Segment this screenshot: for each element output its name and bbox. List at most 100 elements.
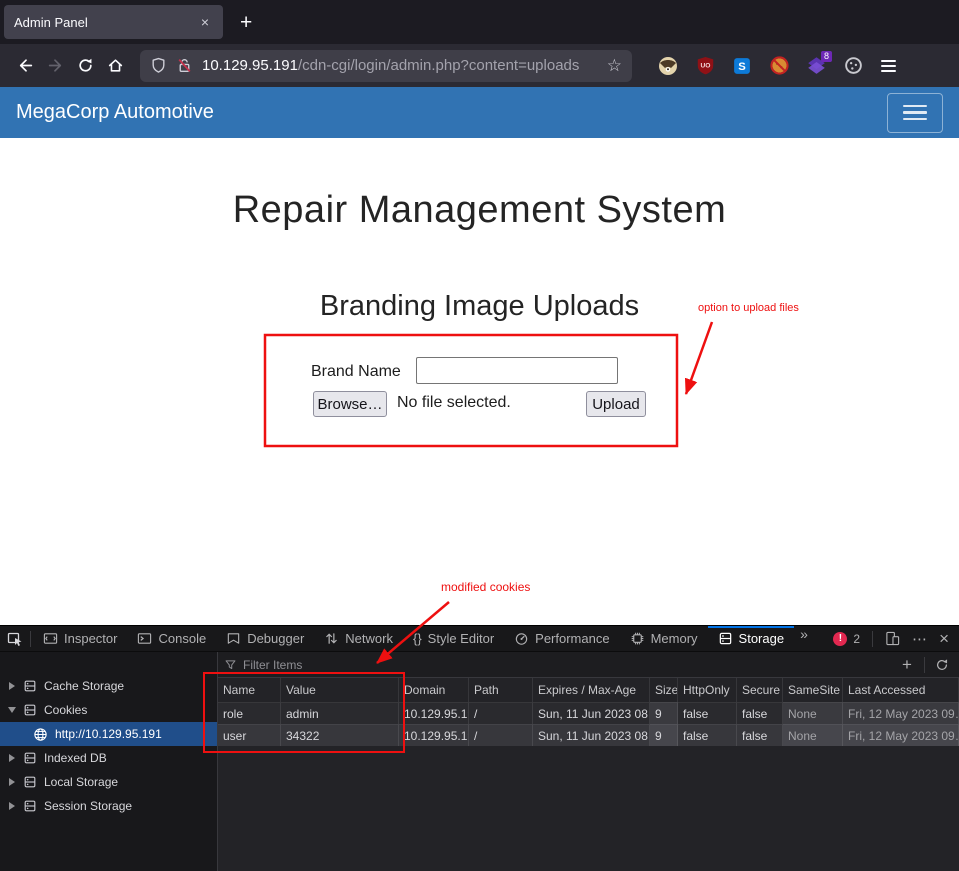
forward-button[interactable] bbox=[40, 51, 70, 81]
column-header[interactable]: Size bbox=[650, 678, 678, 702]
cell-value[interactable]: 34322 bbox=[281, 724, 399, 746]
ublock-origin-extension-icon[interactable]: UO bbox=[695, 56, 715, 76]
expand-arrow-icon[interactable] bbox=[8, 682, 16, 690]
tab-style-editor[interactable]: {} Style Editor bbox=[403, 626, 504, 651]
url-bar[interactable]: 10.129.95.191/cdn-cgi/login/admin.php?co… bbox=[140, 50, 632, 82]
cell-name[interactable]: user bbox=[218, 724, 281, 746]
cell-path[interactable]: / bbox=[469, 702, 533, 724]
add-item-button[interactable]: + bbox=[896, 655, 918, 675]
cell-httponly[interactable]: false bbox=[678, 702, 737, 724]
sidebar-item-cookies[interactable]: Cookies bbox=[0, 698, 217, 722]
cell-name[interactable]: role bbox=[218, 702, 281, 724]
s-extension-icon[interactable]: S bbox=[732, 56, 752, 76]
cell-httponly[interactable]: false bbox=[678, 724, 737, 746]
tab-memory[interactable]: Memory bbox=[620, 626, 708, 651]
expand-arrow-icon[interactable] bbox=[8, 802, 16, 810]
navbar-toggler-button[interactable] bbox=[887, 93, 943, 133]
cell-path[interactable]: / bbox=[469, 724, 533, 746]
error-badge-icon[interactable]: ! bbox=[833, 632, 847, 646]
brand-name-input[interactable] bbox=[416, 357, 618, 384]
upload-annotation-arrow bbox=[686, 322, 712, 394]
column-header[interactable]: HttpOnly bbox=[678, 678, 737, 702]
sidebar-item-session-storage[interactable]: Session Storage bbox=[0, 794, 217, 818]
braces-icon: {} bbox=[413, 631, 422, 646]
reload-icon bbox=[77, 57, 94, 74]
column-header[interactable]: Secure bbox=[737, 678, 783, 702]
cookie-row-role[interactable]: role admin 10.129.95.191 / Sun, 11 Jun 2… bbox=[218, 702, 959, 724]
tab-storage[interactable]: Storage bbox=[708, 626, 795, 651]
wappalyzer-extension-icon[interactable]: 8 bbox=[806, 56, 826, 76]
column-header[interactable]: Value bbox=[281, 678, 399, 702]
browse-file-button[interactable]: Browse… bbox=[313, 391, 387, 417]
page-title: Repair Management System bbox=[0, 189, 959, 232]
cell-last-accessed[interactable]: Fri, 12 May 2023 09… bbox=[843, 724, 959, 746]
upload-button[interactable]: Upload bbox=[586, 391, 646, 417]
cookie-editor-extension-icon[interactable] bbox=[843, 56, 863, 76]
cell-size[interactable]: 9 bbox=[650, 724, 678, 746]
devtools-toolbar: Inspector Console Debugger Network {} St… bbox=[0, 626, 959, 652]
expand-arrow-icon[interactable] bbox=[8, 754, 16, 762]
devtools-menu-button[interactable]: ⋯ bbox=[912, 630, 927, 648]
column-header[interactable]: SameSite bbox=[783, 678, 843, 702]
bookmark-star-icon[interactable]: ☆ bbox=[607, 56, 622, 76]
cell-samesite[interactable]: None bbox=[783, 702, 843, 724]
cell-secure[interactable]: false bbox=[737, 702, 783, 724]
cell-expires[interactable]: Sun, 11 Jun 2023 08… bbox=[533, 702, 650, 724]
storage-type-icon bbox=[23, 751, 37, 765]
browser-tab[interactable]: Admin Panel × bbox=[4, 5, 223, 39]
cell-domain[interactable]: 10.129.95.191 bbox=[399, 724, 469, 746]
column-header[interactable]: Name bbox=[218, 678, 281, 702]
back-button[interactable] bbox=[10, 51, 40, 81]
devtools-close-button[interactable]: × bbox=[939, 630, 949, 647]
collapse-arrow-icon[interactable] bbox=[8, 707, 16, 713]
new-tab-button[interactable]: + bbox=[240, 12, 252, 33]
site-brand[interactable]: MegaCorp Automotive bbox=[16, 101, 214, 124]
sidebar-item-indexed-db[interactable]: Indexed DB bbox=[0, 746, 217, 770]
responsive-design-mode-button[interactable] bbox=[885, 631, 900, 646]
home-button[interactable] bbox=[100, 51, 130, 81]
storage-type-icon bbox=[23, 703, 37, 717]
reload-button[interactable] bbox=[70, 51, 100, 81]
sidebar-item-cookie-host[interactable]: http://10.129.95.191 bbox=[0, 722, 217, 746]
refresh-icon bbox=[935, 658, 949, 672]
url-text: 10.129.95.191/cdn-cgi/login/admin.php?co… bbox=[202, 57, 598, 74]
browser-menu-button[interactable] bbox=[881, 60, 896, 72]
file-status-text: No file selected. bbox=[397, 394, 511, 412]
tab-network[interactable]: Network bbox=[314, 626, 403, 651]
cell-last-accessed[interactable]: Fri, 12 May 2023 09… bbox=[843, 702, 959, 724]
cell-size[interactable]: 9 bbox=[650, 702, 678, 724]
cell-secure[interactable]: false bbox=[737, 724, 783, 746]
insecure-lock-icon[interactable] bbox=[176, 57, 193, 74]
column-header[interactable]: Last Accessed bbox=[843, 678, 959, 702]
expand-arrow-icon[interactable] bbox=[8, 778, 16, 786]
responsive-mode-icon bbox=[885, 631, 900, 646]
tab-inspector[interactable]: Inspector bbox=[33, 626, 127, 651]
cell-expires[interactable]: Sun, 11 Jun 2023 08… bbox=[533, 724, 650, 746]
foxyproxy-extension-icon[interactable] bbox=[658, 56, 678, 76]
shield-icon[interactable] bbox=[150, 57, 167, 74]
column-header[interactable]: Path bbox=[469, 678, 533, 702]
storage-type-icon bbox=[23, 679, 37, 693]
column-header[interactable]: Expires / Max-Age bbox=[533, 678, 650, 702]
devtools-tabs: Inspector Console Debugger Network {} St… bbox=[33, 626, 814, 651]
pick-element-button[interactable] bbox=[0, 626, 30, 651]
cell-domain[interactable]: 10.129.95.191 bbox=[399, 702, 469, 724]
cookie-blocker-extension-icon[interactable] bbox=[769, 56, 789, 76]
cookie-row-user[interactable]: user 34322 10.129.95.191 / Sun, 11 Jun 2… bbox=[218, 724, 959, 746]
tab-performance[interactable]: Performance bbox=[504, 626, 619, 651]
svg-text:UO: UO bbox=[700, 63, 710, 70]
devtools-toolbar-right: ! 2 ⋯ × bbox=[833, 630, 959, 648]
storage-icon bbox=[718, 631, 733, 646]
filter-items-input[interactable] bbox=[243, 658, 890, 672]
column-header[interactable]: Domain bbox=[399, 678, 469, 702]
more-tabs-button[interactable]: » bbox=[794, 626, 814, 651]
cell-samesite[interactable]: None bbox=[783, 724, 843, 746]
tab-debugger[interactable]: Debugger bbox=[216, 626, 314, 651]
cell-value[interactable]: admin bbox=[281, 702, 399, 724]
forward-icon bbox=[47, 57, 64, 74]
tab-close-icon[interactable]: × bbox=[197, 14, 213, 30]
sidebar-item-local-storage[interactable]: Local Storage bbox=[0, 770, 217, 794]
sidebar-item-cache-storage[interactable]: Cache Storage bbox=[0, 674, 217, 698]
refresh-items-button[interactable] bbox=[931, 658, 953, 672]
tab-console[interactable]: Console bbox=[127, 626, 216, 651]
